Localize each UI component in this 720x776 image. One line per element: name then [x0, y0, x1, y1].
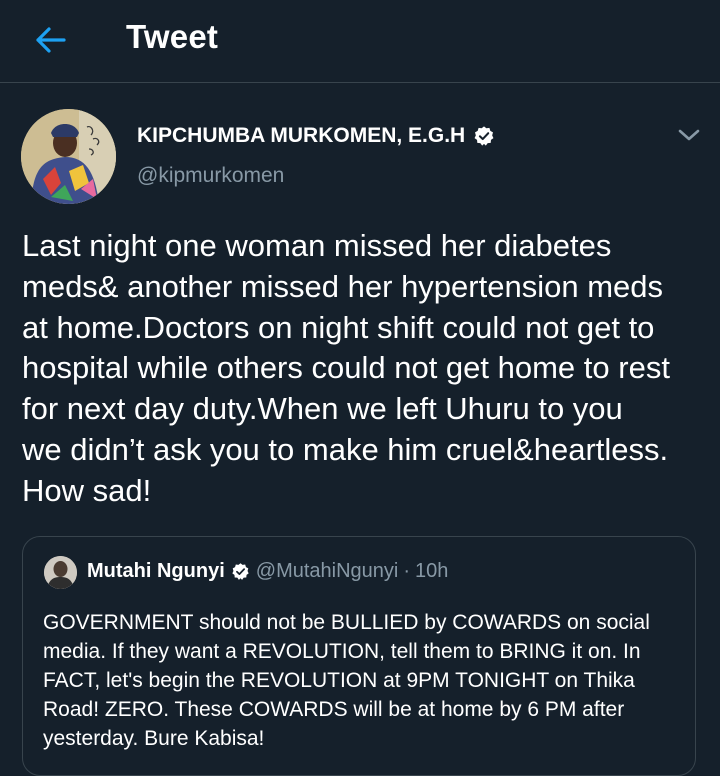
separator-dot: ·	[403, 560, 411, 582]
author-name-row: KIPCHUMBA MURKOMEN, E.G.H	[137, 124, 495, 148]
author-avatar[interactable]	[21, 109, 116, 204]
quoted-tweet-header: Mutahi Ngunyi @MutahiNgunyi · 10h	[87, 560, 448, 583]
quoted-author-name: Mutahi Ngunyi	[87, 560, 225, 582]
back-button[interactable]	[30, 22, 70, 58]
author-display-name[interactable]: KIPCHUMBA MURKOMEN, E.G.H	[137, 124, 465, 148]
top-bar: Tweet	[0, 0, 720, 83]
verified-badge-icon	[232, 563, 249, 580]
verified-badge-icon	[474, 126, 494, 146]
quoted-tweet-body: GOVERNMENT should not be BULLIED by COWA…	[43, 611, 650, 750]
quoted-timestamp: 10h	[415, 560, 449, 582]
tweet-body: Last night one woman missed her diabetes…	[22, 228, 670, 508]
quoted-avatar-image	[44, 556, 77, 589]
quoted-author-avatar	[44, 556, 77, 589]
author-handle[interactable]: @kipmurkomen	[137, 164, 284, 188]
avatar-image	[21, 109, 116, 204]
tweet-author: KIPCHUMBA MURKOMEN, E.G.H @kipmurkomen	[0, 100, 720, 210]
tweet-menu-button[interactable]	[676, 126, 702, 144]
quoted-tweet[interactable]: Mutahi Ngunyi @MutahiNgunyi · 10h GOVERN…	[22, 536, 696, 776]
page-title: Tweet	[126, 18, 219, 55]
quoted-author-handle: @MutahiNgunyi	[255, 560, 399, 582]
chevron-down-icon	[678, 129, 700, 141]
arrow-left-icon	[36, 27, 66, 53]
